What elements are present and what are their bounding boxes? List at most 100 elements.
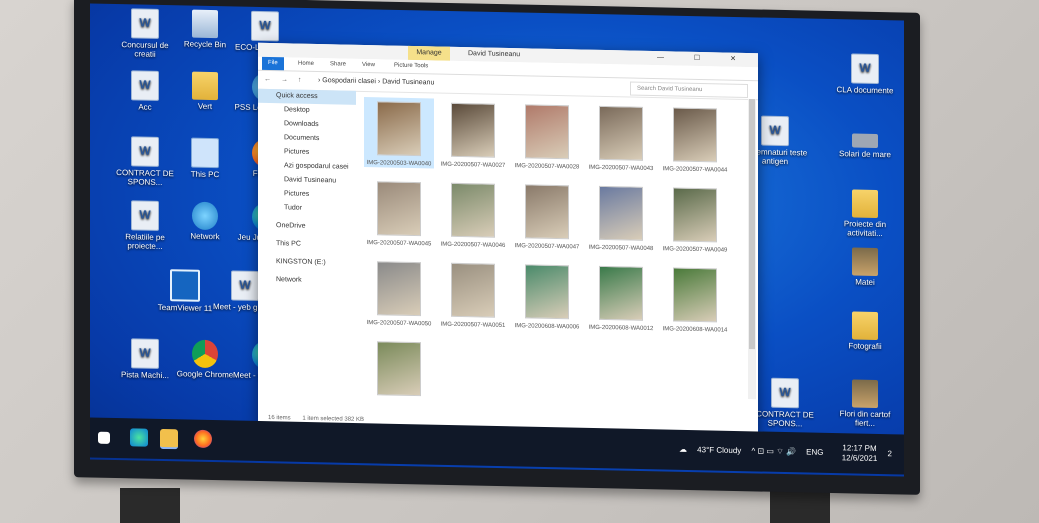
desktop-shortcut[interactable]: CLA documente — [830, 53, 900, 95]
file-thumbnail[interactable]: IMG-20200507-WA0046 — [438, 179, 508, 250]
desktop-shortcut[interactable]: Flori din cartof fiert... — [830, 379, 900, 428]
file-thumbnail[interactable]: IMG-20200507-WA0027 — [438, 99, 508, 170]
nav-item[interactable]: This PC — [258, 237, 356, 253]
photo-thumbnail — [525, 104, 569, 160]
teamviewer-icon — [170, 269, 200, 302]
desktop-shortcut[interactable]: Fotografii — [830, 311, 900, 351]
desktop-shortcut[interactable]: Proiecte din activitati... — [830, 189, 900, 238]
tab-file[interactable]: File — [262, 56, 284, 71]
document-icon — [131, 200, 159, 231]
network-icon — [192, 201, 218, 231]
desktop-shortcut-label: Fotografii — [848, 341, 882, 352]
drive-icon — [852, 133, 878, 148]
tab-share[interactable]: Share — [330, 58, 346, 71]
photo-thumbnail — [599, 265, 643, 321]
file-name: IMG-20200507-WA0028 — [514, 163, 580, 171]
manage-tab[interactable]: Manage — [408, 45, 450, 61]
chrome-icon — [192, 339, 218, 369]
desktop-shortcut[interactable]: Matei — [830, 247, 900, 287]
file-thumbnail[interactable]: IMG-20200608-WA0006 — [512, 260, 582, 331]
desktop-shortcut-label: Concursul de creatii — [121, 40, 169, 59]
folder-icon — [192, 71, 218, 101]
tab-view[interactable]: View — [362, 59, 375, 72]
file-thumbnail[interactable]: IMG-20200507-WA0043 — [586, 102, 656, 173]
file-name: IMG-20200507-WA0047 — [514, 243, 580, 251]
clock-time: 12:17 PM — [842, 443, 877, 453]
document-icon — [131, 136, 159, 167]
photo-thumbnail — [377, 181, 421, 237]
document-icon — [851, 53, 879, 85]
folder-icon — [852, 189, 878, 218]
notification-badge[interactable]: 2 — [888, 449, 892, 458]
firefox-taskbar-icon[interactable] — [194, 429, 212, 449]
scrollbar[interactable] — [748, 99, 756, 400]
document-icon — [131, 70, 159, 101]
image-icon — [852, 247, 878, 276]
photo-thumbnail — [673, 187, 717, 243]
nav-item[interactable]: Network — [258, 273, 356, 289]
file-name: IMG-20200507-WA0043 — [588, 164, 654, 173]
image-icon — [852, 379, 878, 408]
nav-item[interactable]: KINGSTON (E:) — [258, 255, 356, 271]
desktop-shortcut-label: CONTRACT DE SPONS... — [116, 168, 174, 187]
file-explorer-taskbar-icon[interactable] — [160, 428, 178, 450]
desktop-shortcut[interactable]: CONTRACT DE SPONS... — [750, 377, 820, 428]
folder-icon — [852, 311, 878, 340]
file-thumbnail[interactable]: IMG-20200507-WA0049 — [660, 183, 730, 254]
photo-thumbnail — [377, 341, 421, 397]
photo-thumbnail — [451, 262, 495, 318]
file-thumbnail[interactable]: IMG-20200608-WA0012 — [586, 262, 656, 333]
file-thumbnail[interactable]: IMG-20200503-WA0040 — [364, 96, 434, 169]
desktop-shortcut[interactable]: Solari de mare — [830, 123, 900, 159]
desktop-shortcut-label: Network — [190, 231, 220, 242]
scroll-thumb[interactable] — [749, 99, 755, 350]
file-name: IMG-20200608-WA0006 — [514, 323, 580, 331]
nav-item[interactable]: Tudor — [258, 201, 356, 217]
document-icon — [771, 377, 799, 409]
file-thumbnail[interactable]: IMG-20200507-WA0028 — [512, 100, 582, 171]
file-name: IMG-20200507-WA0050 — [366, 320, 432, 328]
file-name: IMG-20200507-WA0048 — [588, 244, 654, 253]
nav-item[interactable]: OneDrive — [258, 219, 356, 235]
tab-home[interactable]: Home — [298, 58, 314, 71]
tray-icons[interactable]: ^ ⊡ ▭ ⌔ 🔊 — [752, 446, 796, 456]
recycle-bin-icon — [192, 9, 218, 39]
photo-thumbnail — [525, 264, 569, 320]
desktop-shortcut-label: TeamViewer 11 — [157, 302, 213, 314]
nav-buttons[interactable]: ← → ↑ — [264, 71, 305, 90]
document-icon — [131, 8, 159, 39]
photo-thumbnail — [377, 101, 421, 157]
file-thumbnail[interactable]: IMG-20200507-WA0044 — [660, 103, 730, 174]
desktop-shortcut-label: Pista Machi... — [120, 370, 169, 381]
file-name: IMG-20200507-WA0049 — [662, 246, 728, 254]
clock-date: 12/6/2021 — [841, 453, 878, 463]
photo-thumbnail — [599, 105, 643, 161]
system-tray: ☁ 43°F Cloudy ^ ⊡ ▭ ⌔ 🔊 ENG 12:17 PM 12/… — [671, 430, 892, 475]
weather-text[interactable]: 43°F Cloudy — [697, 445, 741, 455]
file-name: IMG-20200608-WA0012 — [588, 324, 654, 333]
document-icon — [761, 115, 789, 147]
file-name: IMG-20200503-WA0040 — [366, 160, 432, 168]
tv-stand-right — [770, 488, 830, 523]
edge-taskbar-icon[interactable] — [130, 428, 148, 447]
desktop-shortcut-label: Relatiile pe proiecte... — [125, 232, 165, 251]
navigation-pane: Quick access Desktop Downloads Documents Pic… — [258, 88, 356, 401]
file-thumbnail[interactable] — [364, 337, 434, 400]
photo-thumbnail — [377, 261, 421, 317]
file-thumbnail[interactable]: IMG-20200507-WA0048 — [586, 182, 656, 253]
desktop-shortcut-label: CLA documente — [836, 85, 894, 96]
desktop-shortcut-label: Matei — [855, 277, 875, 287]
windows-start-icon[interactable] — [98, 431, 110, 444]
desktop-shortcut-label: Vert — [197, 101, 213, 112]
language-indicator[interactable]: ENG — [806, 447, 823, 456]
file-thumbnail[interactable]: IMG-20200507-WA0047 — [512, 180, 582, 251]
tab-picture-tools[interactable]: Picture Tools — [394, 60, 428, 74]
desktop-shortcut-label: Solari de mare — [838, 149, 892, 160]
file-thumbnail[interactable]: IMG-20200507-WA0050 — [364, 257, 434, 328]
clock[interactable]: 12:17 PM 12/6/2021 — [834, 443, 878, 464]
file-thumbnail[interactable]: IMG-20200507-WA0051 — [438, 259, 508, 330]
file-thumbnail[interactable]: IMG-20200608-WA0014 — [660, 263, 730, 334]
file-thumbnail[interactable]: IMG-20200507-WA0045 — [364, 177, 434, 248]
file-name — [364, 399, 434, 400]
search-input[interactable]: Search David Tusineanu — [630, 81, 748, 99]
